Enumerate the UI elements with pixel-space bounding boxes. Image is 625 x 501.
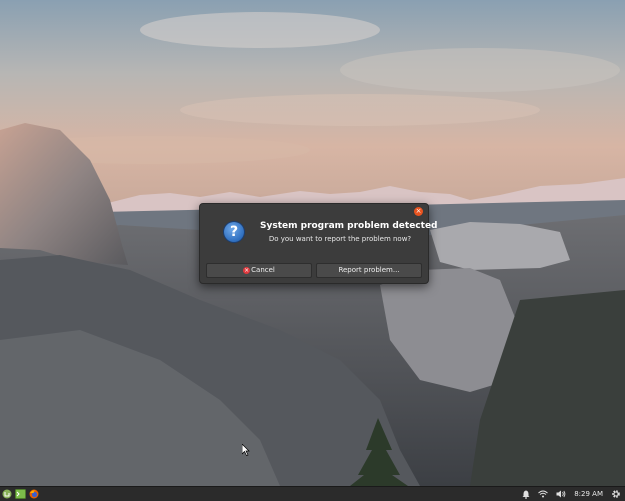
dialog-title: System program problem detected (260, 221, 438, 231)
taskbar: 8:29 AM (0, 486, 625, 501)
report-button-label: Report problem... (338, 266, 400, 274)
dialog-message: Do you want to report the problem now? (268, 235, 412, 243)
mint-menu-icon[interactable] (2, 487, 12, 501)
speaker-icon[interactable] (556, 487, 566, 501)
clock[interactable]: 8:29 AM (574, 490, 603, 498)
report-problem-button[interactable]: Report problem... (316, 263, 422, 278)
question-icon: ? (224, 222, 244, 242)
gear-icon[interactable] (611, 487, 621, 501)
system-tray: 8:29 AM (522, 487, 621, 501)
mouse-pointer-icon (242, 444, 250, 456)
terminal-icon[interactable] (15, 487, 26, 501)
close-icon[interactable]: × (414, 207, 423, 216)
firefox-icon[interactable] (29, 487, 39, 501)
taskbar-launchers (2, 487, 39, 501)
cancel-icon: × (243, 266, 251, 274)
cancel-button[interactable]: × Cancel (206, 263, 312, 278)
problem-dialog: × ? System program problem detected Do y… (199, 203, 438, 284)
cancel-button-label: Cancel (251, 266, 275, 274)
bell-icon[interactable] (522, 487, 530, 501)
wifi-icon[interactable] (538, 487, 549, 501)
